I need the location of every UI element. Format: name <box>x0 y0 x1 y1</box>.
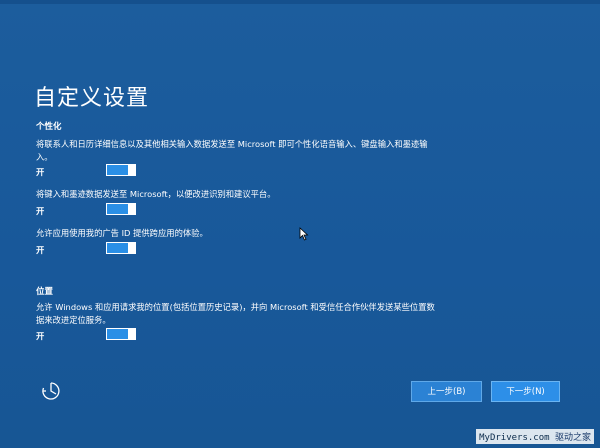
personalization-item-1-description: 将联系人和日历详细信息以及其他相关输入数据发送至 Microsoft 即可个性化… <box>36 139 428 162</box>
toggle-state-label: 开 <box>36 206 45 216</box>
toggle-state-label: 开 <box>36 331 45 341</box>
personalization-item-2-description: 将键入和墨迹数据发送至 Microsoft，以便改进识别和建议平台。 <box>36 189 276 199</box>
section-heading-location: 位置 <box>36 287 54 297</box>
toggle-knob <box>128 242 135 254</box>
toggle-knob <box>128 164 135 176</box>
section-heading-personalization: 个性化 <box>36 122 62 132</box>
location-item-1-toggle[interactable] <box>106 328 136 340</box>
watermark-brand: 驱动之家 <box>554 433 591 443</box>
personalization-item-3-toggle[interactable] <box>106 242 136 254</box>
ease-of-access-icon[interactable] <box>40 380 62 402</box>
next-button[interactable]: 下一步(N) <box>491 381 560 402</box>
toggle-state-label: 开 <box>36 245 45 255</box>
watermark-site: MyDrivers.com <box>479 433 550 443</box>
toggle-state-label: 开 <box>36 167 45 177</box>
page-title: 自定义设置 <box>34 86 150 111</box>
toggle-knob <box>128 203 135 215</box>
personalization-item-1-toggle-row: 开 <box>36 164 146 178</box>
location-item-1-toggle-row: 开 <box>36 328 146 342</box>
watermark: MyDrivers.com 驱动之家 <box>476 429 594 444</box>
personalization-item-1-toggle[interactable] <box>106 164 136 176</box>
personalization-item-3-description: 允许应用使用我的广告 ID 提供跨应用的体验。 <box>36 228 208 238</box>
personalization-item-3-toggle-row: 开 <box>36 242 146 256</box>
toggle-knob <box>128 328 135 340</box>
personalization-item-2-toggle-row: 开 <box>36 203 146 217</box>
back-button[interactable]: 上一步(B) <box>411 381 482 402</box>
mouse-cursor-icon <box>299 226 311 241</box>
location-item-1-description: 允许 Windows 和应用请求我的位置(包括位置历史记录)，并向 Micros… <box>36 302 435 325</box>
top-strip <box>0 0 600 4</box>
personalization-item-2-toggle[interactable] <box>106 203 136 215</box>
